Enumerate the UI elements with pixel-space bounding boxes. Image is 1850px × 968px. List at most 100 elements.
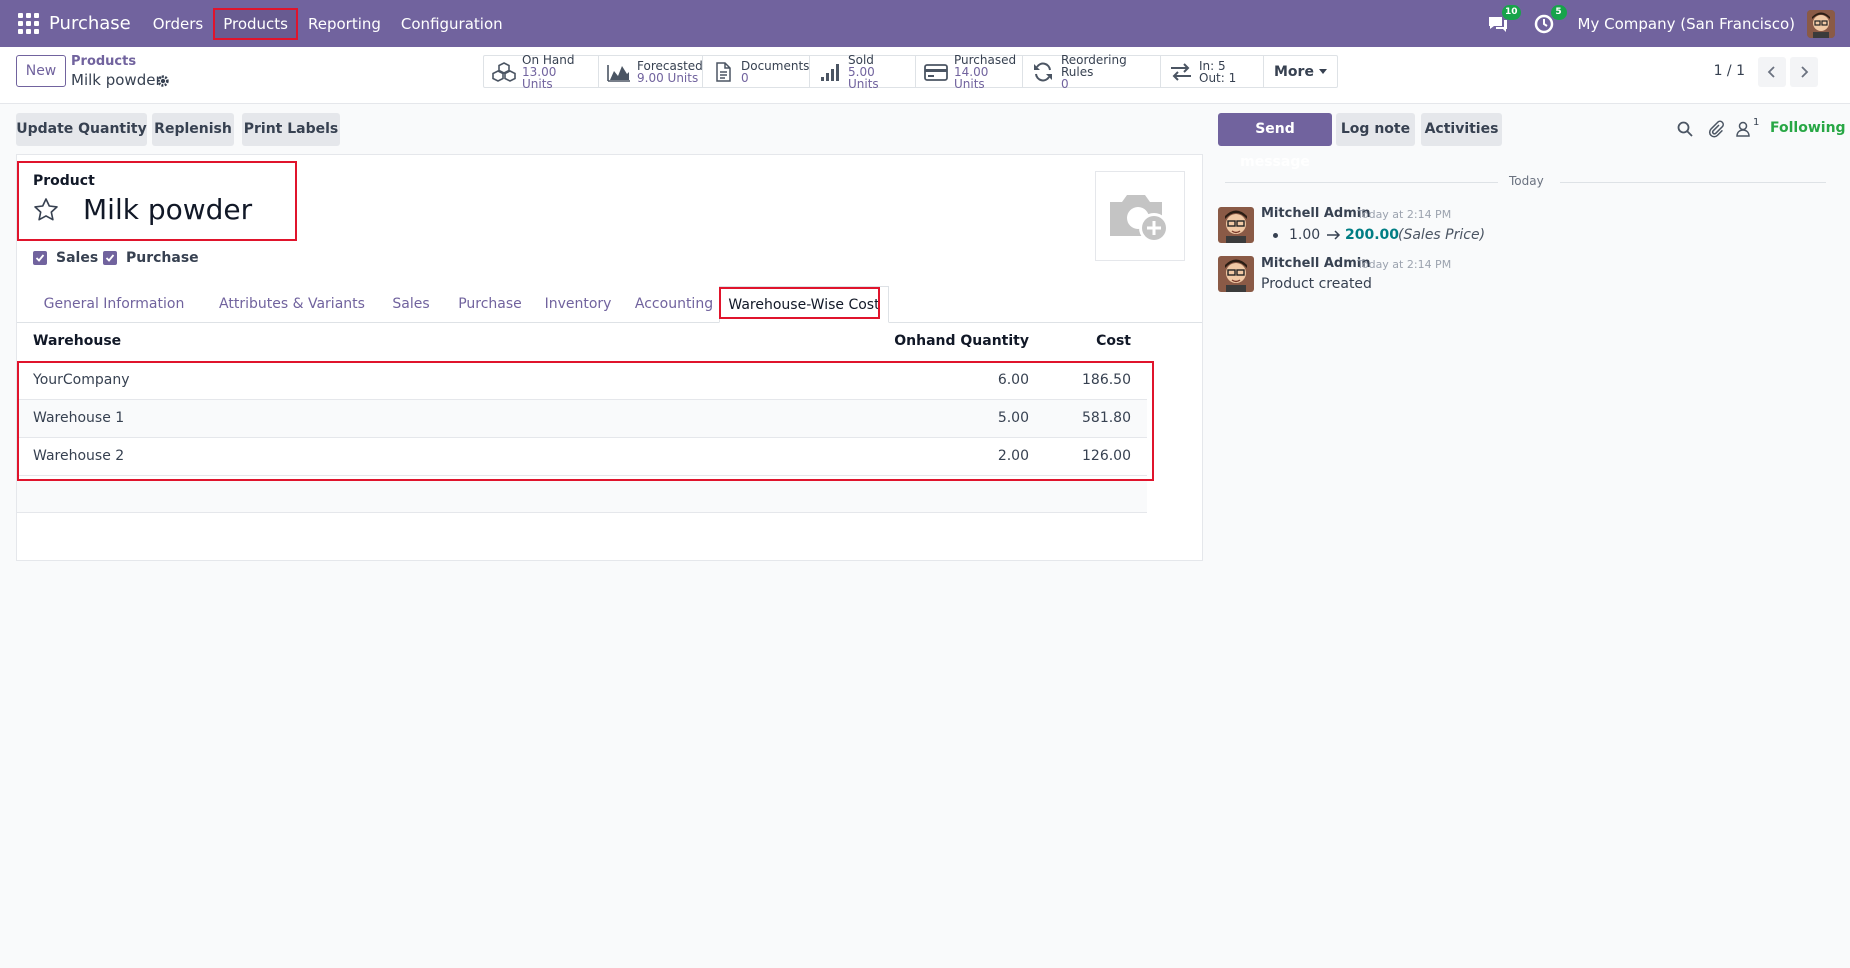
menu-reporting[interactable]: Reporting bbox=[298, 8, 391, 40]
message-author[interactable]: Mitchell Admin bbox=[1261, 206, 1370, 221]
tracking-new-value: 200.00 bbox=[1345, 227, 1400, 243]
tab-accounting[interactable]: Accounting bbox=[626, 286, 722, 323]
column-header-cost[interactable]: Cost bbox=[1060, 333, 1131, 349]
credit-card-icon bbox=[924, 62, 948, 82]
smart-button-documents[interactable]: Documents 0 bbox=[703, 56, 810, 87]
checkbox-checked-icon bbox=[103, 251, 117, 265]
onhand-quantity-cell: 5.00 bbox=[997, 410, 1029, 426]
table-row[interactable]: Warehouse 2 2.00 126.00 bbox=[17, 438, 1147, 476]
product-image[interactable] bbox=[1095, 171, 1185, 261]
pager-value[interactable]: 1 / 1 bbox=[1714, 63, 1745, 79]
arrow-right-icon bbox=[1327, 230, 1341, 240]
new-button[interactable]: New bbox=[16, 55, 66, 87]
tab-warehouse-wise-cost[interactable]: Warehouse-Wise Cost bbox=[719, 286, 889, 323]
table-row[interactable]: Warehouse 1 5.00 581.80 bbox=[17, 400, 1147, 438]
smart-buttons: On Hand 13.00 Units Forecasted 9.00 Units … bbox=[483, 52, 1338, 91]
app-name[interactable]: Purchase bbox=[49, 13, 131, 34]
smart-button-reordering-rules[interactable]: Reordering Rules 0 bbox=[1023, 52, 1161, 91]
purchased-title: Purchased bbox=[954, 52, 1017, 67]
top-navbar: Purchase Orders Products Reporting Confi… bbox=[0, 0, 1850, 47]
message-timestamp: Today at 2:14 PM bbox=[1357, 208, 1452, 221]
smart-button-in-out[interactable]: In: 5 Out: 1 bbox=[1161, 56, 1264, 87]
checkbox-checked-icon bbox=[33, 251, 47, 265]
in-count: In: 5 bbox=[1199, 58, 1226, 73]
exchange-icon bbox=[1169, 62, 1193, 82]
replenish-button[interactable]: Replenish bbox=[152, 113, 234, 146]
reordering-rules-value: 0 bbox=[1061, 76, 1069, 91]
sold-value: 5.00 Units bbox=[848, 64, 879, 91]
notebook-tabs: General Information Attributes & Variant… bbox=[17, 286, 1202, 323]
document-icon bbox=[711, 61, 735, 82]
chevron-right-icon bbox=[1801, 66, 1809, 78]
date-divider-left bbox=[1225, 182, 1498, 183]
tracking-old-value: 1.00 bbox=[1289, 227, 1321, 243]
documents-title: Documents bbox=[741, 58, 810, 73]
apps-menu-icon[interactable] bbox=[17, 13, 39, 35]
purchase-label: Purchase bbox=[126, 250, 199, 266]
column-header-onhand-quantity[interactable]: Onhand Quantity bbox=[880, 333, 1029, 349]
search-icon[interactable] bbox=[1676, 120, 1694, 138]
column-header-warehouse[interactable]: Warehouse bbox=[33, 333, 121, 349]
refresh-icon bbox=[1031, 62, 1055, 82]
pager-next-button[interactable] bbox=[1790, 57, 1818, 87]
sold-title: Sold bbox=[848, 52, 874, 67]
more-button[interactable]: More bbox=[1264, 56, 1337, 87]
control-panel: New Products Milk powder On Hand 13.00 Un… bbox=[0, 47, 1850, 104]
star-icon[interactable] bbox=[33, 197, 59, 223]
cost-cell: 186.50 bbox=[1082, 372, 1131, 388]
paperclip-icon[interactable] bbox=[1707, 120, 1725, 138]
activities-button[interactable]: Activities bbox=[1421, 113, 1502, 146]
tab-inventory[interactable]: Inventory bbox=[532, 286, 624, 323]
menu-configuration[interactable]: Configuration bbox=[391, 8, 513, 40]
more-label: More bbox=[1274, 63, 1314, 80]
messages-icon[interactable]: 10 bbox=[1486, 4, 1521, 36]
tab-attributes-variants[interactable]: Attributes & Variants bbox=[203, 286, 381, 323]
avatar[interactable] bbox=[1218, 207, 1254, 243]
product-name-field[interactable]: Milk powder bbox=[83, 193, 252, 226]
warehouse-cell: Warehouse 1 bbox=[33, 410, 125, 426]
send-message-button[interactable]: Send message bbox=[1218, 113, 1332, 170]
smart-button-purchased[interactable]: Purchased 14.00 Units bbox=[916, 52, 1023, 90]
list-bullet bbox=[1273, 233, 1278, 238]
tab-purchase[interactable]: Purchase bbox=[449, 286, 531, 323]
tracking-field-name: (Sales Price) bbox=[1398, 227, 1486, 243]
forecasted-title: Forecasted bbox=[637, 58, 703, 73]
smart-button-forecasted[interactable]: Forecasted 9.00 Units bbox=[599, 56, 703, 87]
cost-cell: 126.00 bbox=[1082, 448, 1131, 464]
date-divider-label: Today bbox=[1509, 174, 1544, 188]
smart-button-sold[interactable]: Sold 5.00 Units bbox=[810, 52, 916, 91]
documents-value: 0 bbox=[741, 70, 749, 85]
print-labels-button[interactable]: Print Labels bbox=[242, 113, 340, 146]
table-row[interactable]: YourCompany 6.00 186.50 bbox=[17, 362, 1147, 400]
update-quantity-button[interactable]: Update Quantity bbox=[16, 113, 147, 146]
menu-products[interactable]: Products bbox=[213, 7, 298, 40]
breadcrumb-products[interactable]: Products bbox=[71, 54, 136, 69]
log-note-button[interactable]: Log note bbox=[1336, 113, 1415, 146]
following-button[interactable]: Following bbox=[1770, 120, 1846, 136]
chevron-left-icon bbox=[1767, 66, 1775, 78]
purchase-checkbox[interactable]: Purchase bbox=[103, 250, 199, 266]
menu-orders[interactable]: Orders bbox=[143, 8, 213, 40]
warehouse-cell: Warehouse 2 bbox=[33, 448, 125, 464]
tab-general-information[interactable]: General Information bbox=[34, 286, 194, 323]
breadcrumb-current: Milk powder bbox=[71, 71, 162, 89]
smart-button-on-hand[interactable]: On Hand 13.00 Units bbox=[484, 52, 599, 91]
tab-sales[interactable]: Sales bbox=[376, 286, 446, 323]
company-switcher[interactable]: My Company (San Francisco) bbox=[1578, 15, 1795, 33]
followers-icon[interactable] bbox=[1734, 120, 1752, 138]
on-hand-value: 13.00 Units bbox=[522, 64, 557, 91]
user-avatar[interactable] bbox=[1807, 9, 1835, 38]
followers-count: 1 bbox=[1753, 117, 1760, 128]
pager-previous-button[interactable] bbox=[1758, 57, 1786, 87]
product-label: Product bbox=[33, 173, 95, 189]
on-hand-title: On Hand bbox=[522, 52, 575, 67]
message-author[interactable]: Mitchell Admin bbox=[1261, 256, 1370, 271]
sales-checkbox[interactable]: Sales bbox=[33, 250, 98, 266]
gear-icon[interactable] bbox=[156, 74, 170, 88]
reordering-rules-title: Reordering Rules bbox=[1061, 52, 1127, 79]
activities-icon[interactable]: 5 bbox=[1532, 4, 1567, 36]
avatar[interactable] bbox=[1218, 256, 1254, 292]
onhand-quantity-cell: 6.00 bbox=[997, 372, 1029, 388]
table-footer-row bbox=[17, 479, 1147, 513]
forecasted-value: 9.00 Units bbox=[637, 70, 699, 85]
